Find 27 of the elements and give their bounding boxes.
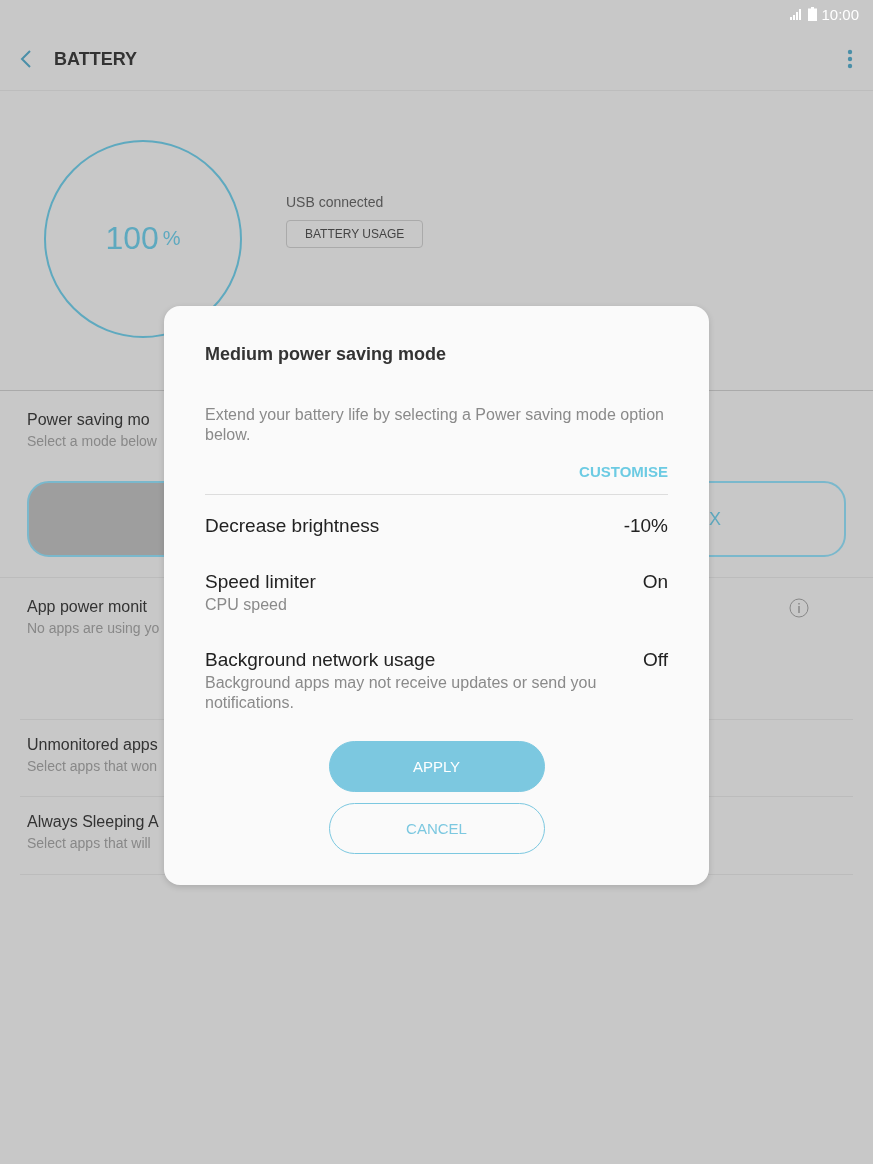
option-detail: Background apps may not receive updates or send you notifications. [205,673,598,713]
option-value: Off [643,649,668,672]
battery-icon [808,7,818,21]
dialog-description: Extend your battery life by selecting a Power saving mode option below. [205,405,665,445]
section-title[interactable]: App power monit [27,598,148,616]
option-label: Speed limiter [205,571,316,593]
section-subtitle: Select apps that will [27,835,151,851]
more-options-icon[interactable] [847,49,853,69]
section-subtitle: No apps are using yo [27,620,160,636]
section-title[interactable]: Unmonitored apps [27,736,158,754]
option-value: On [642,571,668,594]
section-subtitle: Select apps that won [27,758,157,774]
page-title: BATTERY [54,48,138,70]
info-icon[interactable] [789,598,809,618]
battery-usage-button[interactable]: BATTERY USAGE [286,219,424,248]
battery-percent: 100 [105,220,159,257]
option-value: -10% [623,515,668,537]
section-title[interactable]: Always Sleeping A [27,813,159,831]
option-label: Background network usage [205,649,436,671]
back-icon[interactable] [20,49,32,69]
charging-status: USB connected [286,193,384,210]
section-title: Power saving mo [27,411,150,429]
section-subtitle: Select a mode below [27,433,157,449]
option-label: Decrease brightness [205,515,380,537]
percent-sign: % [162,227,181,250]
option-detail: CPU speed [205,595,287,615]
dialog-title: Medium power saving mode [205,344,448,365]
